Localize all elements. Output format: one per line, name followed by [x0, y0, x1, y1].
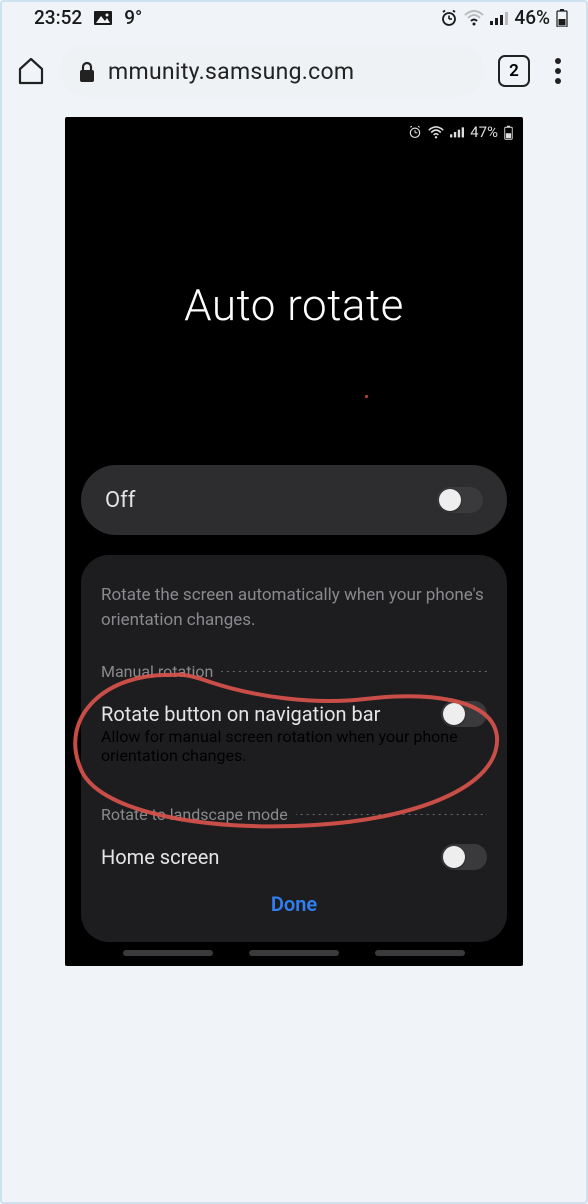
battery-icon [556, 9, 568, 27]
inner-screenshot: 47% Auto rotate Off Rotate the screen au… [65, 117, 523, 966]
tabs-button[interactable]: 2 [498, 55, 530, 87]
url-text: mmunity.samsung.com [108, 58, 354, 85]
settings-panel: Rotate the screen automatically when you… [81, 555, 507, 942]
alarm-icon [440, 9, 458, 27]
signal-icon [450, 126, 464, 138]
divider-dots [221, 671, 487, 672]
decorative-dot [365, 395, 368, 398]
wifi-icon [428, 126, 444, 139]
master-toggle-label: Off [105, 488, 135, 513]
status-temp: 9° [124, 6, 142, 29]
nav-pill[interactable] [249, 950, 339, 956]
signal-icon [490, 11, 508, 25]
gesture-nav-bar [65, 942, 523, 966]
section-manual-rotation: Manual rotation [101, 662, 487, 681]
browser-toolbar: mmunity.samsung.com 2 [2, 33, 586, 117]
divider-dots [296, 814, 487, 815]
rotate-button-nav-toggle[interactable] [441, 701, 487, 727]
rotate-button-nav-row[interactable]: Rotate button on navigation bar [101, 701, 487, 727]
status-battery-pct: 46% [514, 6, 550, 29]
done-label: Done [271, 892, 317, 916]
menu-button[interactable] [544, 58, 572, 84]
inner-battery-pct: 47% [470, 123, 498, 141]
section-label: Manual rotation [101, 662, 213, 681]
home-screen-row[interactable]: Home screen [101, 844, 487, 870]
page-title-area: Auto rotate [65, 145, 523, 465]
master-toggle-row[interactable]: Off [81, 465, 507, 535]
row-subtitle: Allow for manual screen rotation when yo… [101, 727, 487, 765]
wifi-icon [464, 10, 484, 26]
section-label: Rotate to landscape mode [101, 805, 288, 824]
panel-description: Rotate the screen automatically when you… [101, 583, 487, 632]
master-toggle[interactable] [437, 487, 483, 513]
inner-status-bar: 47% [65, 117, 523, 145]
row-title: Home screen [101, 845, 219, 869]
lock-icon [78, 61, 96, 81]
home-screen-toggle[interactable] [441, 844, 487, 870]
done-button[interactable]: Done [101, 870, 487, 922]
page-title: Auto rotate [184, 279, 404, 331]
tabs-count: 2 [509, 61, 519, 81]
status-time: 23:52 [34, 6, 82, 29]
home-icon[interactable] [16, 56, 46, 86]
nav-pill[interactable] [375, 950, 465, 956]
row-title: Rotate button on navigation bar [101, 702, 380, 726]
nav-pill[interactable] [123, 950, 213, 956]
gallery-icon [94, 11, 112, 25]
battery-icon [504, 125, 513, 140]
outer-status-bar: 23:52 9° 46% [2, 2, 586, 33]
alarm-icon [408, 125, 422, 139]
url-bar[interactable]: mmunity.samsung.com [60, 45, 484, 97]
section-landscape-mode: Rotate to landscape mode [101, 805, 487, 824]
